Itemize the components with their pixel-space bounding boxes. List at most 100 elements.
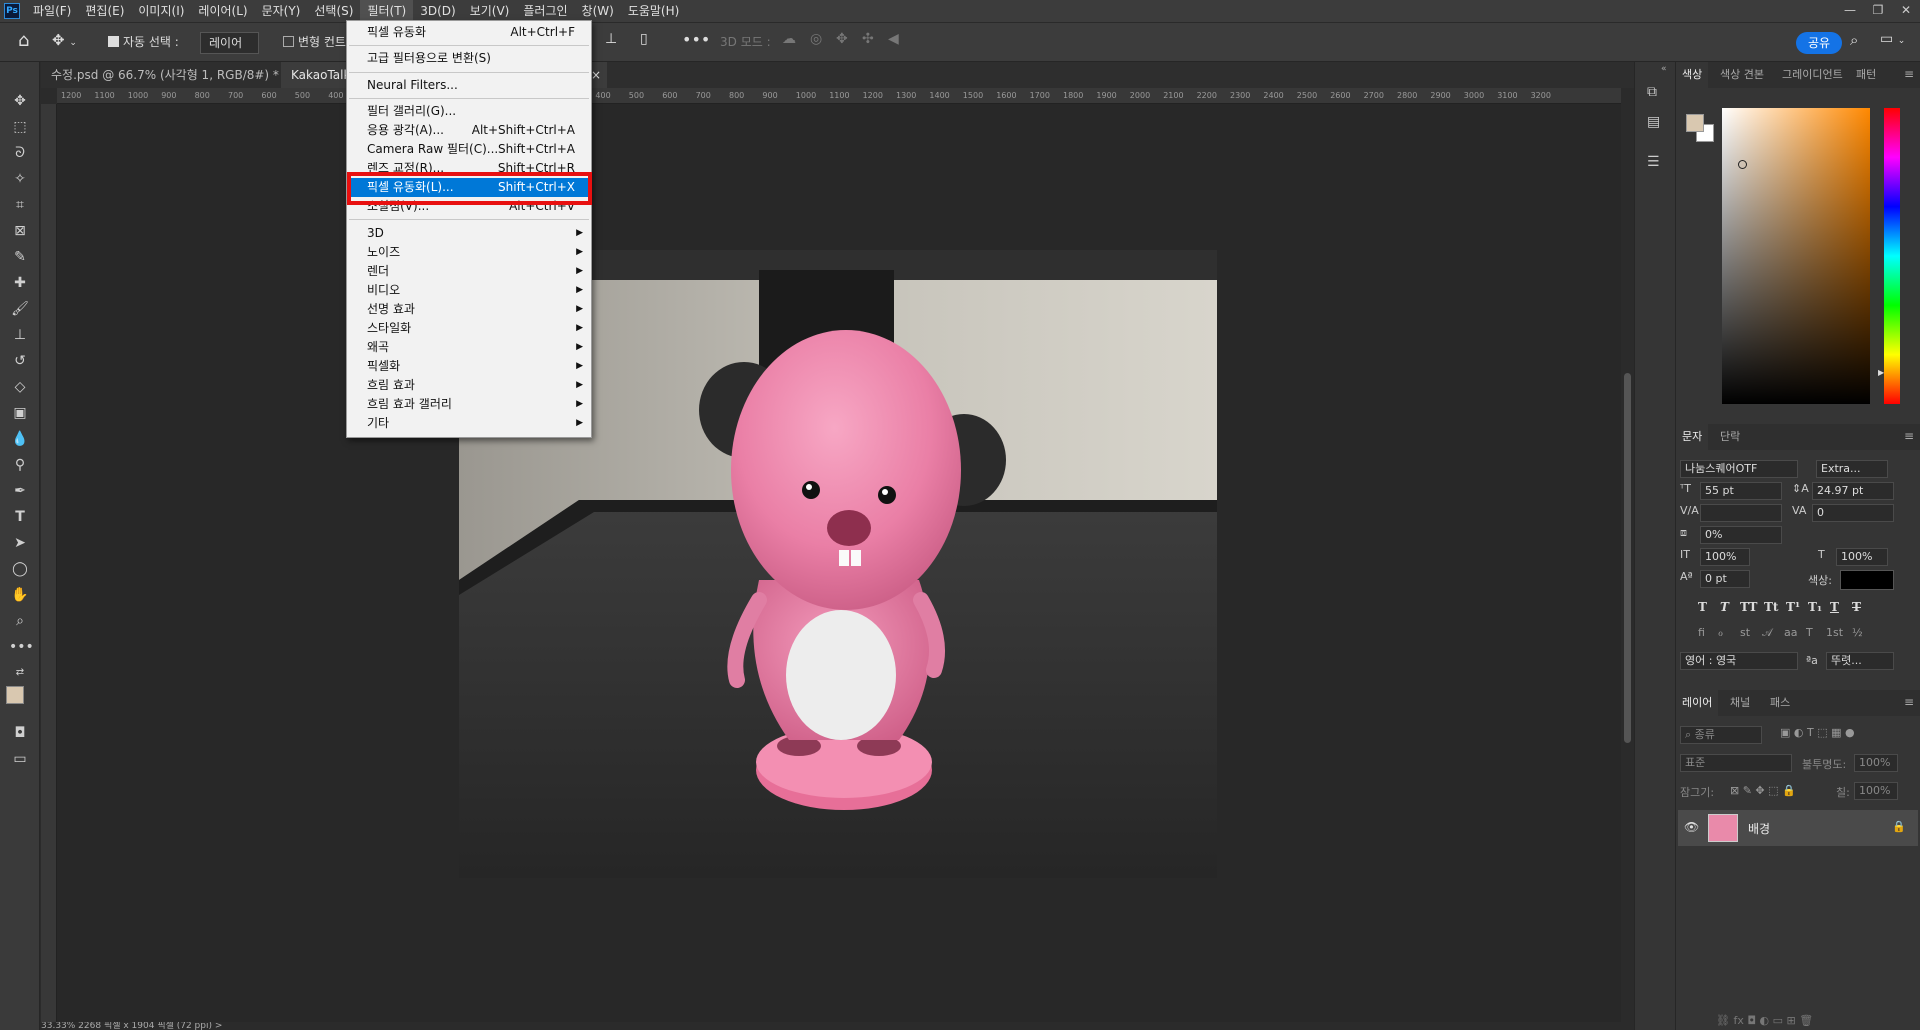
auto-select-dropdown[interactable]: 레이어 [200, 32, 260, 54]
zoom-tool-icon[interactable]: ⌕ [9, 610, 31, 632]
move-tool-preset-icon[interactable]: ✥ ⌄ [52, 31, 77, 49]
panel-menu-icon[interactable]: ≡ [1904, 429, 1914, 443]
hand-tool-icon[interactable]: ✋ [9, 584, 31, 606]
tracking-field[interactable]: 0 [1812, 504, 1894, 522]
ordinals-icon[interactable]: 1st [1826, 626, 1843, 639]
menu-window[interactable]: 창(W) [575, 0, 621, 22]
color-picker-cursor[interactable] [1738, 160, 1747, 169]
blur-tool-icon[interactable]: 💧 [9, 428, 31, 450]
menu-file[interactable]: 파일(F) [26, 0, 78, 22]
small-caps-icon[interactable]: Tt [1764, 600, 1778, 614]
faux-italic-icon[interactable]: T [1720, 600, 1729, 614]
more-options-icon[interactable]: ••• [682, 30, 710, 49]
visibility-eye-icon[interactable]: 👁 [1684, 820, 1699, 834]
menu-select[interactable]: 선택(S) [307, 0, 360, 22]
font-style-select[interactable]: Extra... [1816, 460, 1888, 478]
underline-icon[interactable]: T [1830, 600, 1839, 614]
antialias-select[interactable]: 뚜렷... [1826, 652, 1894, 670]
menu-edit[interactable]: 편집(E) [78, 0, 131, 22]
text-color-swatch[interactable] [1840, 570, 1894, 590]
foreground-color-swatch[interactable] [6, 686, 24, 704]
menu-type[interactable]: 문자(Y) [255, 0, 308, 22]
menu-plugins[interactable]: 플러그인 [516, 0, 574, 22]
properties-panel-icon[interactable]: ☰ [1647, 154, 1660, 170]
magic-wand-tool-icon[interactable]: ✧ [9, 168, 31, 190]
filter-menu-item-pixelate[interactable]: 픽셀화 ▶ [347, 357, 591, 376]
doc-tab-1[interactable]: 수정.psd @ 66.7% (사각형 1, RGB/8#) * × [41, 62, 299, 88]
menu-image[interactable]: 이미지(I) [131, 0, 191, 22]
gradient-tool-icon[interactable]: ▣ [9, 402, 31, 424]
panel-menu-icon[interactable]: ≡ [1904, 67, 1914, 81]
filter-menu-item-adaptive-wide-angle[interactable]: 응용 광각(A)... Alt+Shift+Ctrl+A [347, 121, 591, 140]
font-size-field[interactable]: 55 pt [1700, 482, 1782, 500]
clone-stamp-tool-icon[interactable]: ⊥ [9, 324, 31, 346]
path-selection-tool-icon[interactable]: ➤ [9, 532, 31, 554]
font-family-select[interactable]: 나눔스퀘어OTF [1680, 460, 1798, 478]
swap-colors-icon[interactable]: ⇄ [9, 662, 31, 684]
tab-gradients[interactable]: 그레이디언트 [1776, 62, 1849, 88]
share-button[interactable]: 공유 [1796, 32, 1843, 54]
close-tab-icon[interactable]: × [591, 62, 601, 88]
filter-menu-item-sharpen[interactable]: 선명 효과 ▶ [347, 300, 591, 319]
edit-toolbar-icon[interactable]: ••• [9, 636, 34, 658]
subscript-icon[interactable]: T₁ [1808, 600, 1822, 614]
restore-button[interactable]: ❐ [1864, 0, 1892, 22]
screen-mode-icon[interactable]: ▭ [9, 748, 31, 770]
tab-patterns[interactable]: 패턴 [1850, 62, 1882, 88]
menu-filter[interactable]: 필터(T) [360, 0, 414, 22]
workspace-icon[interactable]: ▭ ⌄ [1880, 31, 1905, 47]
tab-layers[interactable]: 레이어 [1676, 690, 1719, 716]
tab-paragraph[interactable]: 단락 [1714, 424, 1746, 450]
3d-orbit-icon[interactable]: ☁ [782, 31, 796, 47]
faux-bold-icon[interactable]: T [1698, 600, 1707, 614]
filter-menu-item-blur-gallery[interactable]: 흐림 효과 갤러리 ▶ [347, 395, 591, 414]
filter-menu-item-gallery[interactable]: 필터 갤러리(G)... [347, 102, 591, 121]
ligatures-icon[interactable]: fi [1698, 626, 1705, 639]
tab-character[interactable]: 문자 [1676, 424, 1709, 450]
titling-alternates-icon[interactable]: T [1806, 626, 1813, 639]
type-tool-icon[interactable]: T [9, 506, 31, 528]
menu-view[interactable]: 보기(V) [463, 0, 517, 22]
3d-slide-icon[interactable]: ✣ [862, 31, 874, 47]
baseline-shift-field[interactable]: 0 pt [1700, 570, 1750, 588]
search-icon[interactable]: ⌕ [1850, 31, 1858, 49]
filter-menu-item-stylize[interactable]: 스타일화 ▶ [347, 319, 591, 338]
hue-slider[interactable] [1884, 108, 1900, 404]
close-button[interactable]: ✕ [1892, 0, 1920, 22]
layers-footer-icons[interactable]: ⛓ fx ◘ ◐ ▭ ⊞ 🗑 [1716, 1014, 1813, 1027]
menu-layer[interactable]: 레이어(L) [191, 0, 254, 22]
hue-slider-handle-icon[interactable]: ▶ [1878, 368, 1884, 377]
opacity-field[interactable]: 100% [1854, 754, 1898, 772]
marquee-tool-icon[interactable]: ⬚ [9, 116, 31, 138]
tab-channels[interactable]: 채널 [1724, 690, 1756, 716]
leading-field[interactable]: 24.97 pt [1812, 482, 1894, 500]
vertical-scrollbar[interactable] [1621, 88, 1634, 1022]
strikethrough-icon[interactable]: T [1852, 600, 1861, 614]
quick-mask-icon[interactable]: ◘ [9, 722, 31, 744]
home-icon[interactable]: ⌂ [18, 30, 29, 51]
frame-tool-icon[interactable]: ⊠ [9, 220, 31, 242]
stylistic-alternates-icon[interactable]: aa [1784, 626, 1797, 639]
layer-filter-icons[interactable]: ▣ ◐ T ⬚ ▦ ● [1780, 726, 1855, 739]
vertical-scale-field[interactable]: 100% [1700, 548, 1750, 566]
superscript-icon[interactable]: T¹ [1786, 600, 1800, 614]
pen-tool-icon[interactable]: ✒ [9, 480, 31, 502]
brush-tool-icon[interactable]: 🖌 [9, 298, 31, 320]
menu-help[interactable]: 도움말(H) [621, 0, 687, 22]
scroll-thumb[interactable] [1624, 373, 1631, 743]
panel-menu-icon[interactable]: ≡ [1904, 695, 1914, 709]
filter-menu-item-blur[interactable]: 흐림 효과 ▶ [347, 376, 591, 395]
layer-filter-search[interactable]: ⌕ 종류 [1680, 726, 1762, 744]
filter-menu-item-noise[interactable]: 노이즈 ▶ [347, 243, 591, 262]
auto-select-checkbox[interactable]: 자동 선택 : [108, 33, 179, 50]
filter-menu-item-other[interactable]: 기타 ▶ [347, 414, 591, 433]
align-bottom-icon[interactable]: ⊥ [605, 31, 617, 47]
filter-menu-item-camera-raw[interactable]: Camera Raw 필터(C)... Shift+Ctrl+A [347, 140, 591, 159]
ellipse-tool-icon[interactable]: ◯ [9, 558, 31, 580]
blend-mode-select[interactable]: 표준 [1680, 754, 1792, 772]
comments-panel-icon[interactable]: ▤ [1647, 114, 1660, 130]
collapse-panels-icon[interactable]: « [1661, 64, 1667, 74]
3d-scale-icon[interactable]: ◀ [888, 31, 899, 47]
fill-field[interactable]: 100% [1854, 782, 1898, 800]
minimize-button[interactable]: — [1836, 0, 1864, 22]
